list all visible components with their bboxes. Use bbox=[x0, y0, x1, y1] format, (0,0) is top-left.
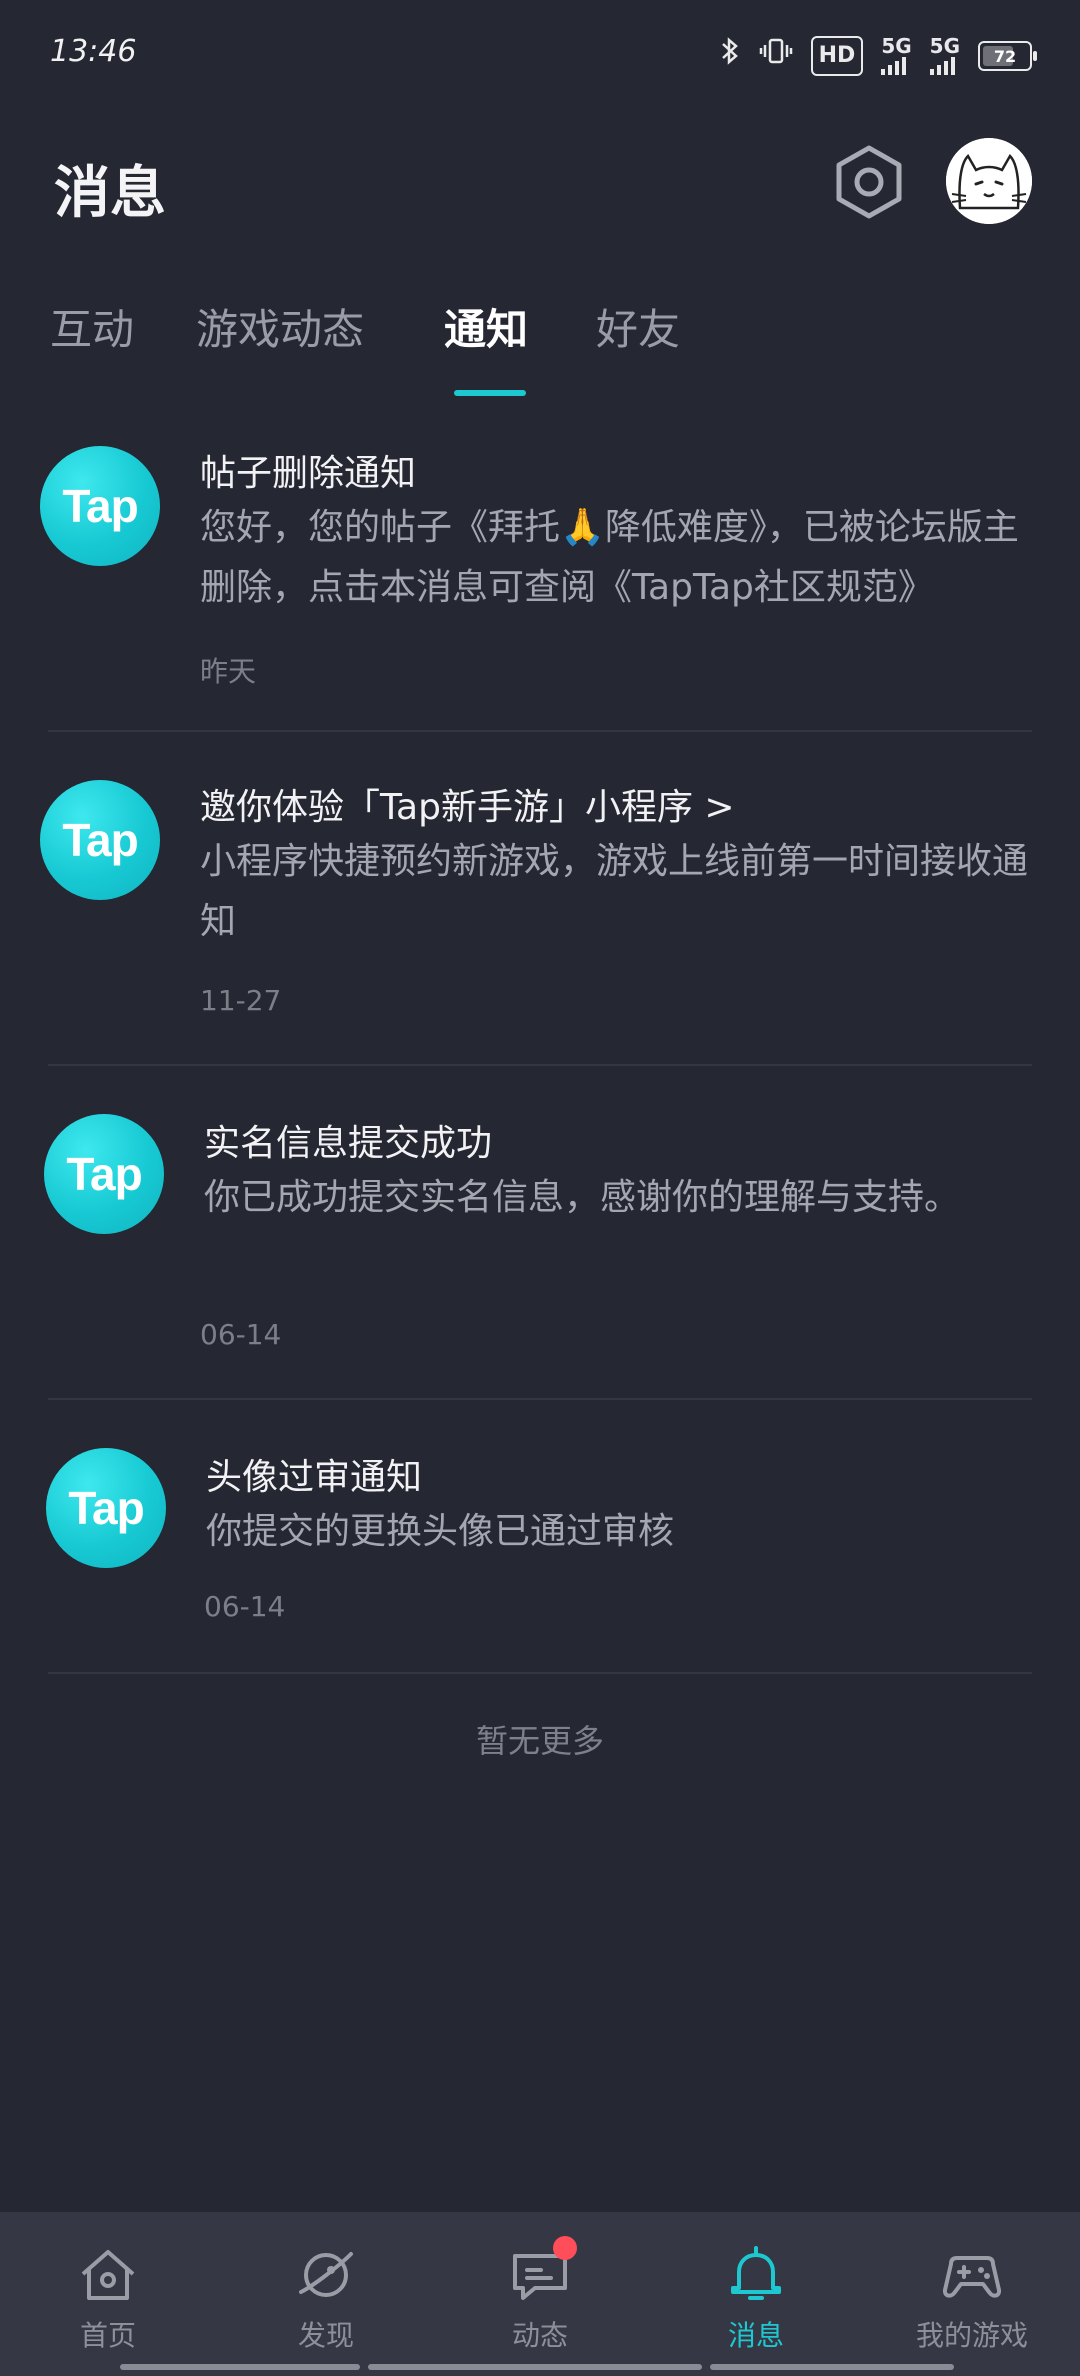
gesture-bar bbox=[120, 2364, 960, 2370]
network-label-2: 5G bbox=[929, 34, 960, 58]
no-more-text: 暂无更多 bbox=[475, 1722, 604, 1760]
notification-date: 06-14 bbox=[204, 1590, 286, 1623]
network-5g-icon-2: 5G bbox=[929, 34, 960, 75]
taptap-logo-icon: Tap bbox=[46, 1448, 166, 1568]
logo-text: Tap bbox=[62, 480, 138, 532]
planet-icon bbox=[293, 2242, 359, 2308]
nav-feed[interactable]: 动态 bbox=[460, 2236, 620, 2354]
messages-page: 13:46 HD 5G 5G 72 消息 互动 游戏动态 通知 好友 Tap 帖… bbox=[0, 0, 1080, 2376]
divider bbox=[48, 1064, 1032, 1066]
status-time: 13:46 bbox=[50, 34, 137, 69]
notification-title: 实名信息提交成功 bbox=[204, 1123, 493, 1164]
gamepad-icon bbox=[939, 2242, 1005, 2308]
nav-home[interactable]: 首页 bbox=[28, 2242, 188, 2354]
tab-friends[interactable]: 好友 bbox=[596, 296, 680, 357]
nav-label: 发现 bbox=[297, 2319, 354, 2352]
tab-notifications[interactable]: 通知 bbox=[444, 296, 528, 357]
tab-interaction[interactable]: 互动 bbox=[50, 296, 134, 357]
notification-badge bbox=[553, 2236, 577, 2260]
cat-avatar-icon bbox=[946, 138, 1032, 224]
notification-body: 你已成功提交实名信息，感谢你的理解与支持。 bbox=[204, 1177, 961, 1218]
notification-title: 邀你体验「Tap新手游」小程序 > bbox=[200, 787, 735, 828]
divider bbox=[48, 1398, 1032, 1400]
network-label: 5G bbox=[881, 34, 912, 58]
vibrate-icon bbox=[759, 36, 793, 76]
nav-label: 首页 bbox=[79, 2319, 136, 2352]
network-5g-icon: 5G bbox=[881, 34, 912, 75]
nav-messages[interactable]: 消息 bbox=[676, 2242, 836, 2354]
signal-bars-icon-2 bbox=[929, 55, 960, 75]
notification-item[interactable]: Tap 帖子删除通知 您好，您的帖子《拜托🙏降低难度》，已被论坛版主删除，点击本… bbox=[0, 440, 1080, 732]
nav-my-games[interactable]: 我的游戏 bbox=[892, 2242, 1052, 2354]
nav-discover[interactable]: 发现 bbox=[246, 2242, 406, 2354]
battery-level: 72 bbox=[993, 46, 1017, 66]
bottom-navigation: 首页 发现 动态 消息 我的游戏 bbox=[0, 2212, 1080, 2376]
divider bbox=[48, 1672, 1032, 1674]
active-tab-indicator bbox=[454, 390, 526, 396]
nav-label: 消息 bbox=[727, 2319, 784, 2352]
status-bar: 13:46 HD 5G 5G 72 bbox=[0, 0, 1080, 110]
notification-date: 昨天 bbox=[200, 655, 257, 688]
logo-text: Tap bbox=[68, 1482, 144, 1534]
settings-hexagon-icon bbox=[836, 145, 902, 219]
notification-date: 06-14 bbox=[200, 1318, 282, 1351]
nav-label: 我的游戏 bbox=[915, 2319, 1028, 2352]
home-icon bbox=[75, 2242, 141, 2308]
notification-body: 您好，您的帖子《拜托🙏降低难度》，已被论坛版主删除，点击本消息可查阅《TapTa… bbox=[200, 507, 1019, 608]
notification-title: 帖子删除通知 bbox=[200, 453, 417, 494]
notification-item[interactable]: Tap 实名信息提交成功 你已成功提交实名信息，感谢你的理解与支持。 06-14 bbox=[0, 1108, 1080, 1400]
taptap-logo-icon: Tap bbox=[40, 780, 160, 900]
message-tabs: 互动 游戏动态 通知 好友 bbox=[0, 296, 1080, 406]
chat-icon bbox=[507, 2236, 577, 2308]
taptap-logo-icon: Tap bbox=[40, 446, 160, 566]
tab-game-updates[interactable]: 游戏动态 bbox=[196, 296, 364, 357]
battery-icon: 72 bbox=[978, 41, 1037, 71]
settings-button[interactable] bbox=[832, 142, 906, 222]
page-title: 消息 bbox=[54, 161, 166, 226]
user-avatar[interactable] bbox=[946, 138, 1032, 224]
notification-body: 小程序快捷预约新游戏，游戏上线前第一时间接收通知 bbox=[200, 841, 1029, 942]
status-icons: HD 5G 5G 72 bbox=[719, 34, 1037, 76]
bell-icon bbox=[723, 2242, 789, 2308]
taptap-logo-icon: Tap bbox=[44, 1114, 164, 1234]
bluetooth-icon bbox=[719, 36, 741, 76]
notification-body: 你提交的更换头像已通过审核 bbox=[206, 1511, 675, 1552]
logo-text: Tap bbox=[66, 1148, 142, 1200]
hd-icon: HD bbox=[810, 36, 864, 76]
notification-title: 头像过审通知 bbox=[206, 1457, 423, 1498]
divider bbox=[48, 730, 1032, 732]
notification-item[interactable]: Tap 头像过审通知 你提交的更换头像已通过审核 06-14 bbox=[0, 1442, 1080, 1672]
notification-date: 11-27 bbox=[200, 984, 282, 1017]
signal-bars-icon bbox=[881, 55, 911, 75]
notification-item[interactable]: Tap 邀你体验「Tap新手游」小程序 > 小程序快捷预约新游戏，游戏上线前第一… bbox=[0, 774, 1080, 1066]
nav-label: 动态 bbox=[511, 2319, 568, 2352]
logo-text: Tap bbox=[62, 814, 138, 866]
